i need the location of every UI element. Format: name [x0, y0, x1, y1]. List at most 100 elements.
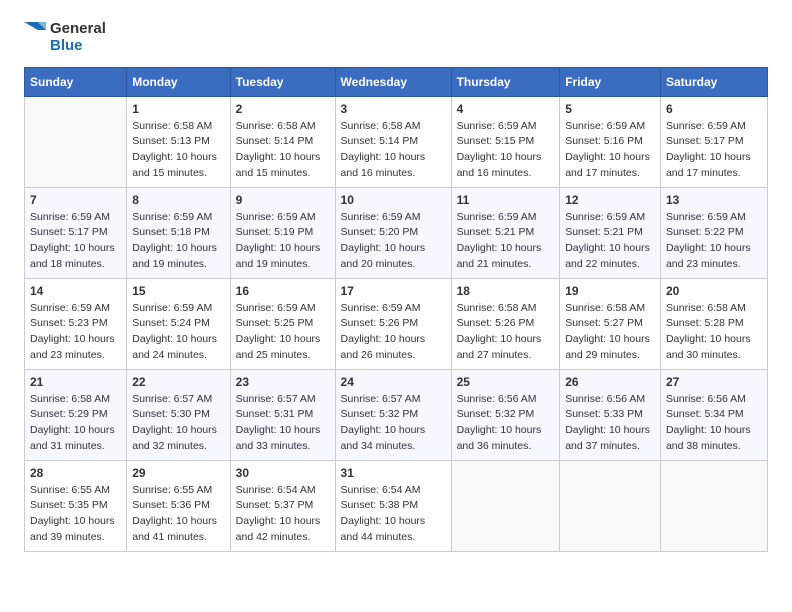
day-info: Sunrise: 6:58 AMSunset: 5:29 PMDaylight:…	[30, 392, 121, 455]
day-info: Sunrise: 6:57 AMSunset: 5:32 PMDaylight:…	[341, 392, 446, 455]
day-info: Sunrise: 6:59 AMSunset: 5:20 PMDaylight:…	[341, 210, 446, 273]
day-info: Sunrise: 6:57 AMSunset: 5:31 PMDaylight:…	[236, 392, 330, 455]
calendar-cell	[560, 460, 661, 551]
calendar-cell: 19 Sunrise: 6:58 AMSunset: 5:27 PMDaylig…	[560, 278, 661, 369]
day-info: Sunrise: 6:54 AMSunset: 5:37 PMDaylight:…	[236, 483, 330, 546]
header-row: SundayMondayTuesdayWednesdayThursdayFrid…	[25, 67, 768, 96]
day-info: Sunrise: 6:59 AMSunset: 5:24 PMDaylight:…	[132, 301, 224, 364]
day-number: 12	[565, 193, 655, 207]
calendar-cell: 26 Sunrise: 6:56 AMSunset: 5:33 PMDaylig…	[560, 369, 661, 460]
day-number: 20	[666, 284, 762, 298]
calendar-week-1: 1 Sunrise: 6:58 AMSunset: 5:13 PMDayligh…	[25, 96, 768, 187]
day-number: 4	[457, 102, 555, 116]
day-info: Sunrise: 6:58 AMSunset: 5:14 PMDaylight:…	[341, 119, 446, 182]
calendar-cell: 10 Sunrise: 6:59 AMSunset: 5:20 PMDaylig…	[335, 187, 451, 278]
day-number: 26	[565, 375, 655, 389]
day-number: 30	[236, 466, 330, 480]
calendar-cell: 4 Sunrise: 6:59 AMSunset: 5:15 PMDayligh…	[451, 96, 560, 187]
day-number: 22	[132, 375, 224, 389]
day-info: Sunrise: 6:56 AMSunset: 5:34 PMDaylight:…	[666, 392, 762, 455]
day-number: 13	[666, 193, 762, 207]
logo-icon	[24, 22, 46, 52]
day-number: 17	[341, 284, 446, 298]
header-cell-friday: Friday	[560, 67, 661, 96]
calendar-cell: 9 Sunrise: 6:59 AMSunset: 5:19 PMDayligh…	[230, 187, 335, 278]
calendar-week-5: 28 Sunrise: 6:55 AMSunset: 5:35 PMDaylig…	[25, 460, 768, 551]
day-info: Sunrise: 6:54 AMSunset: 5:38 PMDaylight:…	[341, 483, 446, 546]
calendar-cell: 17 Sunrise: 6:59 AMSunset: 5:26 PMDaylig…	[335, 278, 451, 369]
day-info: Sunrise: 6:58 AMSunset: 5:27 PMDaylight:…	[565, 301, 655, 364]
day-number: 25	[457, 375, 555, 389]
day-number: 9	[236, 193, 330, 207]
day-info: Sunrise: 6:55 AMSunset: 5:36 PMDaylight:…	[132, 483, 224, 546]
day-number: 24	[341, 375, 446, 389]
day-info: Sunrise: 6:58 AMSunset: 5:14 PMDaylight:…	[236, 119, 330, 182]
day-info: Sunrise: 6:57 AMSunset: 5:30 PMDaylight:…	[132, 392, 224, 455]
day-number: 16	[236, 284, 330, 298]
day-info: Sunrise: 6:59 AMSunset: 5:17 PMDaylight:…	[30, 210, 121, 273]
logo-line2: Blue	[50, 37, 106, 54]
page-header: General Blue	[24, 20, 768, 55]
day-info: Sunrise: 6:59 AMSunset: 5:26 PMDaylight:…	[341, 301, 446, 364]
calendar-cell: 31 Sunrise: 6:54 AMSunset: 5:38 PMDaylig…	[335, 460, 451, 551]
calendar-cell: 8 Sunrise: 6:59 AMSunset: 5:18 PMDayligh…	[127, 187, 230, 278]
day-info: Sunrise: 6:55 AMSunset: 5:35 PMDaylight:…	[30, 483, 121, 546]
calendar-body: 1 Sunrise: 6:58 AMSunset: 5:13 PMDayligh…	[25, 96, 768, 551]
day-info: Sunrise: 6:59 AMSunset: 5:25 PMDaylight:…	[236, 301, 330, 364]
calendar-cell: 25 Sunrise: 6:56 AMSunset: 5:32 PMDaylig…	[451, 369, 560, 460]
calendar-cell: 16 Sunrise: 6:59 AMSunset: 5:25 PMDaylig…	[230, 278, 335, 369]
calendar-week-3: 14 Sunrise: 6:59 AMSunset: 5:23 PMDaylig…	[25, 278, 768, 369]
day-number: 29	[132, 466, 224, 480]
day-number: 6	[666, 102, 762, 116]
calendar-week-4: 21 Sunrise: 6:58 AMSunset: 5:29 PMDaylig…	[25, 369, 768, 460]
day-info: Sunrise: 6:59 AMSunset: 5:21 PMDaylight:…	[457, 210, 555, 273]
day-number: 1	[132, 102, 224, 116]
logo-line1: General	[50, 20, 106, 37]
day-number: 31	[341, 466, 446, 480]
calendar-cell: 30 Sunrise: 6:54 AMSunset: 5:37 PMDaylig…	[230, 460, 335, 551]
header-cell-sunday: Sunday	[25, 67, 127, 96]
day-number: 23	[236, 375, 330, 389]
day-number: 18	[457, 284, 555, 298]
day-info: Sunrise: 6:59 AMSunset: 5:19 PMDaylight:…	[236, 210, 330, 273]
calendar-cell: 22 Sunrise: 6:57 AMSunset: 5:30 PMDaylig…	[127, 369, 230, 460]
calendar-cell: 3 Sunrise: 6:58 AMSunset: 5:14 PMDayligh…	[335, 96, 451, 187]
header-cell-monday: Monday	[127, 67, 230, 96]
calendar-cell: 7 Sunrise: 6:59 AMSunset: 5:17 PMDayligh…	[25, 187, 127, 278]
day-number: 11	[457, 193, 555, 207]
day-number: 14	[30, 284, 121, 298]
day-number: 28	[30, 466, 121, 480]
calendar-cell: 24 Sunrise: 6:57 AMSunset: 5:32 PMDaylig…	[335, 369, 451, 460]
day-number: 19	[565, 284, 655, 298]
day-number: 15	[132, 284, 224, 298]
calendar-cell: 5 Sunrise: 6:59 AMSunset: 5:16 PMDayligh…	[560, 96, 661, 187]
calendar-cell	[25, 96, 127, 187]
day-number: 8	[132, 193, 224, 207]
logo: General Blue	[24, 20, 106, 55]
calendar-cell: 6 Sunrise: 6:59 AMSunset: 5:17 PMDayligh…	[660, 96, 767, 187]
calendar-cell	[451, 460, 560, 551]
calendar-header: SundayMondayTuesdayWednesdayThursdayFrid…	[25, 67, 768, 96]
day-number: 2	[236, 102, 330, 116]
calendar-cell: 1 Sunrise: 6:58 AMSunset: 5:13 PMDayligh…	[127, 96, 230, 187]
day-info: Sunrise: 6:59 AMSunset: 5:18 PMDaylight:…	[132, 210, 224, 273]
day-info: Sunrise: 6:56 AMSunset: 5:32 PMDaylight:…	[457, 392, 555, 455]
calendar-cell	[660, 460, 767, 551]
header-cell-thursday: Thursday	[451, 67, 560, 96]
day-number: 21	[30, 375, 121, 389]
logo-text: General Blue	[50, 20, 106, 55]
calendar-cell: 15 Sunrise: 6:59 AMSunset: 5:24 PMDaylig…	[127, 278, 230, 369]
calendar-cell: 18 Sunrise: 6:58 AMSunset: 5:26 PMDaylig…	[451, 278, 560, 369]
header-cell-saturday: Saturday	[660, 67, 767, 96]
day-info: Sunrise: 6:59 AMSunset: 5:21 PMDaylight:…	[565, 210, 655, 273]
day-info: Sunrise: 6:59 AMSunset: 5:23 PMDaylight:…	[30, 301, 121, 364]
calendar-cell: 2 Sunrise: 6:58 AMSunset: 5:14 PMDayligh…	[230, 96, 335, 187]
calendar-cell: 29 Sunrise: 6:55 AMSunset: 5:36 PMDaylig…	[127, 460, 230, 551]
day-number: 5	[565, 102, 655, 116]
day-info: Sunrise: 6:58 AMSunset: 5:26 PMDaylight:…	[457, 301, 555, 364]
calendar-table: SundayMondayTuesdayWednesdayThursdayFrid…	[24, 67, 768, 552]
header-cell-wednesday: Wednesday	[335, 67, 451, 96]
header-cell-tuesday: Tuesday	[230, 67, 335, 96]
day-number: 10	[341, 193, 446, 207]
day-info: Sunrise: 6:56 AMSunset: 5:33 PMDaylight:…	[565, 392, 655, 455]
